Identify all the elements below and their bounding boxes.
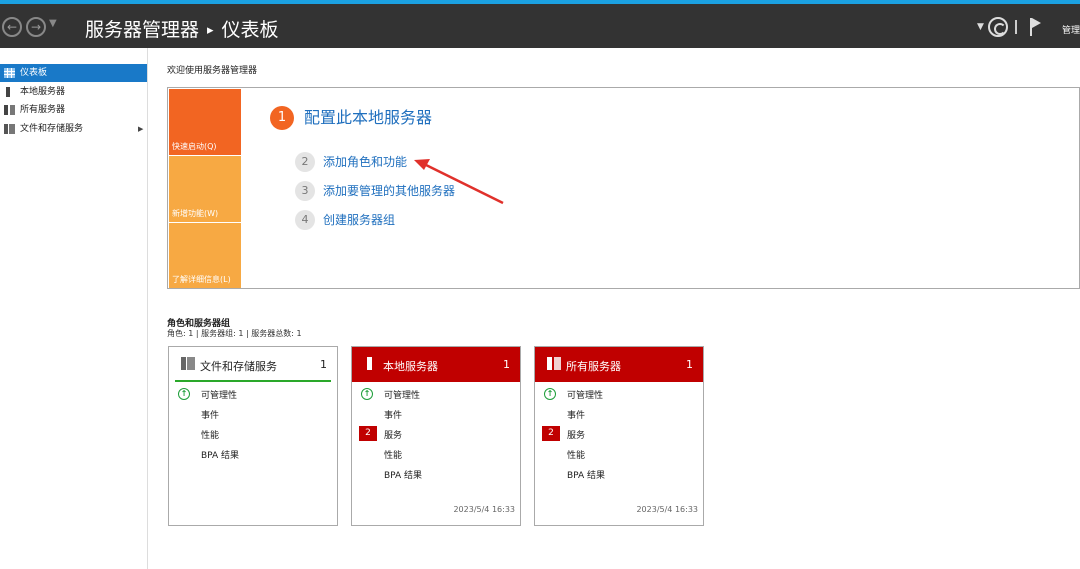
breadcrumb-root: 服务器管理器	[85, 19, 200, 41]
row-performance[interactable]: 性能	[567, 448, 585, 461]
alert-badge: 2	[359, 426, 377, 441]
card-header[interactable]: 文件和存储服务 1	[169, 347, 337, 382]
expand-arrow-icon[interactable]: ▶	[138, 120, 143, 138]
card-header[interactable]: 所有服务器 1	[535, 347, 703, 382]
card-title: 本地服务器	[383, 360, 438, 373]
card-title: 所有服务器	[566, 360, 621, 373]
sidebar-item-label: 仪表板	[20, 68, 48, 78]
roles-summary: 角色: 1 | 服务器组: 1 | 服务器总数: 1	[167, 329, 302, 338]
step-label: 添加要管理的其他服务器	[323, 184, 456, 198]
row-services[interactable]: 服务	[567, 428, 585, 441]
step-configure-local-server[interactable]: 1 配置此本地服务器	[270, 106, 432, 130]
step-number: 1	[270, 106, 294, 130]
servers-icon	[547, 357, 561, 370]
card-timestamp: 2023/5/4 16:33	[636, 505, 698, 514]
alert-badge: 2	[542, 426, 560, 441]
row-services[interactable]: 服务	[384, 428, 402, 441]
row-events[interactable]: 事件	[567, 408, 585, 421]
notifications-flag-icon[interactable]	[1030, 18, 1044, 36]
row-performance[interactable]: 性能	[201, 428, 219, 441]
forward-button[interactable]: →	[26, 17, 46, 37]
refresh-icon[interactable]	[988, 17, 1008, 37]
back-button[interactable]: ←	[2, 17, 22, 37]
welcome-panel: 快速启动(Q) 新增功能(W) 了解详细信息(L) 1 配置此本地服务器 2 添加角…	[167, 87, 1080, 289]
row-events[interactable]: 事件	[201, 408, 219, 421]
row-performance[interactable]: 性能	[384, 448, 402, 461]
file-storage-icon	[4, 124, 15, 134]
tile-whats-new[interactable]: 新增功能(W)	[169, 155, 241, 222]
manage-menu[interactable]: 管理	[1062, 23, 1080, 36]
row-manageability[interactable]: 可管理性	[567, 388, 603, 401]
title-bar: ← → ▼ 服务器管理器 ▸ 仪表板 ▼ 管理	[0, 0, 1080, 48]
step-label: 添加角色和功能	[323, 155, 408, 169]
row-manageability[interactable]: 可管理性	[384, 388, 420, 401]
welcome-title: 欢迎使用服务器管理器	[167, 66, 258, 76]
row-bpa-results[interactable]: BPA 结果	[384, 468, 422, 481]
sidebar-item-dashboard[interactable]: 仪表板	[0, 64, 147, 82]
card-title: 文件和存储服务	[200, 360, 277, 373]
step-create-server-group[interactable]: 4 创建服务器组	[295, 210, 395, 230]
tile-label: 新增功能(W)	[172, 209, 219, 218]
step-number: 3	[295, 181, 315, 201]
sidebar-item-local-server[interactable]: 本地服务器	[0, 83, 147, 101]
card-timestamp: 2023/5/4 16:33	[453, 505, 515, 514]
role-card-local-server[interactable]: 本地服务器 1 ↑ 2 可管理性 事件 服务 性能 BPA 结果 2023/5/…	[351, 346, 521, 526]
servers-icon	[4, 105, 15, 115]
tile-quick-start[interactable]: 快速启动(Q)	[169, 89, 241, 155]
breadcrumb-page: 仪表板	[221, 19, 279, 41]
toolbar-divider	[1015, 20, 1017, 34]
row-bpa-results[interactable]: BPA 结果	[201, 448, 239, 461]
role-card-all-servers[interactable]: 所有服务器 1 ↑ 2 可管理性 事件 服务 性能 BPA 结果 2023/5/…	[534, 346, 704, 526]
sidebar-item-label: 文件和存储服务	[20, 124, 84, 134]
file-storage-icon	[181, 357, 195, 370]
history-dropdown-icon[interactable]: ▼	[49, 18, 57, 29]
card-count: 1	[503, 358, 510, 371]
sidebar-item-all-servers[interactable]: 所有服务器	[0, 101, 147, 119]
tile-label: 了解详细信息(L)	[172, 275, 231, 284]
sidebar-item-label: 所有服务器	[20, 105, 66, 115]
card-count: 1	[320, 358, 327, 371]
tile-label: 快速启动(Q)	[172, 142, 217, 151]
sidebar-item-label: 本地服务器	[20, 87, 66, 97]
row-manageability[interactable]: 可管理性	[201, 388, 237, 401]
sidebar: 仪表板 本地服务器 所有服务器 文件和存储服务 ▶	[0, 48, 148, 569]
tile-learn-more[interactable]: 了解详细信息(L)	[169, 222, 241, 288]
card-header[interactable]: 本地服务器 1	[352, 347, 520, 382]
up-arrow-status-icon: ↑	[544, 388, 556, 400]
sidebar-item-file-storage[interactable]: 文件和存储服务 ▶	[0, 120, 147, 138]
row-bpa-results[interactable]: BPA 结果	[567, 468, 605, 481]
up-arrow-status-icon: ↑	[178, 388, 190, 400]
step-number: 2	[295, 152, 315, 172]
server-icon	[6, 87, 10, 97]
step-number: 4	[295, 210, 315, 230]
row-events[interactable]: 事件	[384, 408, 402, 421]
refresh-dropdown-icon[interactable]: ▼	[977, 22, 984, 32]
step-label: 创建服务器组	[323, 213, 396, 227]
breadcrumb-separator: ▸	[207, 23, 214, 38]
breadcrumb: 服务器管理器 ▸ 仪表板	[85, 15, 279, 42]
card-count: 1	[686, 358, 693, 371]
server-icon	[367, 357, 372, 370]
step-add-servers[interactable]: 3 添加要管理的其他服务器	[295, 181, 455, 201]
dashboard-icon	[4, 68, 15, 78]
step-label: 配置此本地服务器	[304, 108, 433, 127]
step-add-roles-features[interactable]: 2 添加角色和功能	[295, 152, 407, 172]
up-arrow-status-icon: ↑	[361, 388, 373, 400]
status-bar	[175, 380, 331, 382]
role-card-file-storage[interactable]: 文件和存储服务 1 ↑ 可管理性 事件 性能 BPA 结果	[168, 346, 338, 526]
